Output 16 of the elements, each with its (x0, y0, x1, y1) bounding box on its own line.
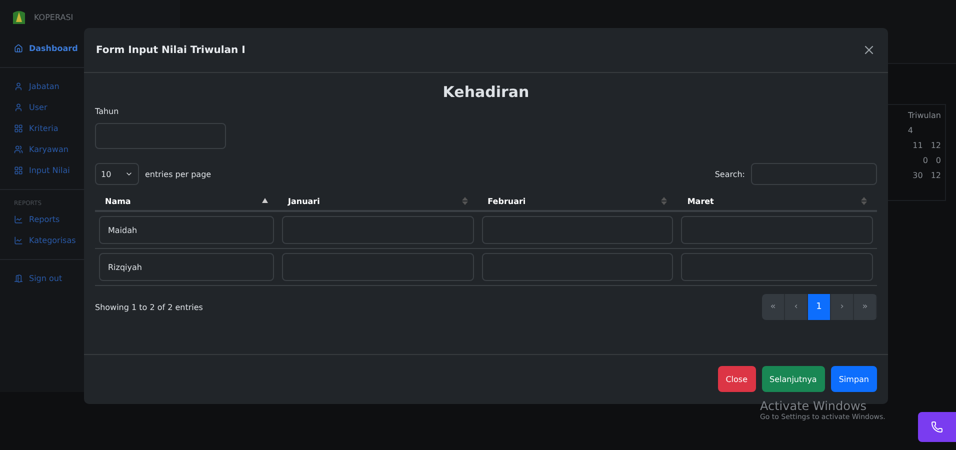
table-cell: 0 (936, 156, 941, 165)
entries-info: Showing 1 to 2 of 2 entries (95, 302, 203, 312)
brand-name: KOPERASI (34, 12, 74, 22)
table-cell: 12 (930, 141, 941, 150)
section-title: Kehadiran (442, 83, 530, 101)
table-header: Triwulan (908, 111, 941, 120)
table-header: 4 (908, 126, 913, 135)
table-cell: 0 (922, 156, 928, 165)
field-label: Tahun (95, 107, 120, 116)
table-cell: 11 (912, 141, 923, 150)
table-cell: 12 (930, 171, 941, 180)
activation-title: Activate Windows (760, 399, 868, 413)
page-size-label: entries per page (145, 170, 212, 178)
search-label: Search: (714, 170, 745, 178)
table-cell: 30 (912, 171, 923, 180)
modal-title: Form Input Nilai Triwulan I (96, 44, 246, 56)
